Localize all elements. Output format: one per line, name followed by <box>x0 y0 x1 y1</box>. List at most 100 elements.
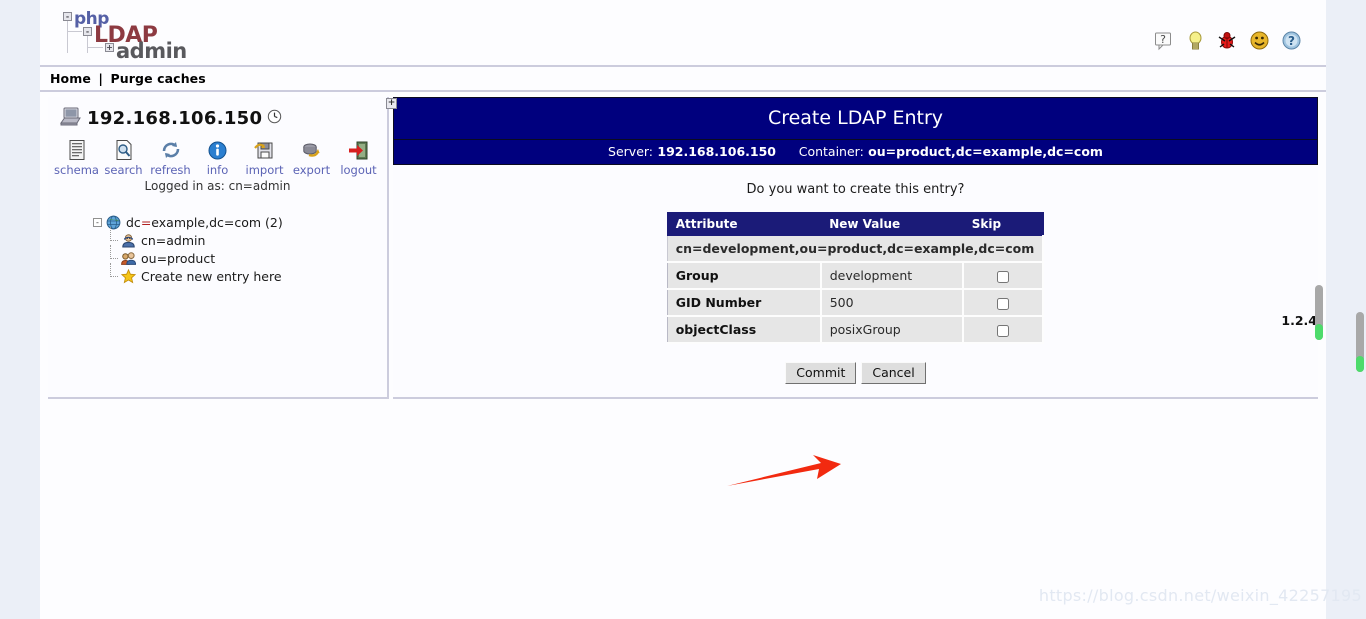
tree-node-create-new-entry-label: Create new entry here <box>141 268 282 284</box>
panel-expand-button[interactable]: + <box>386 98 397 109</box>
tool-info-label: info <box>206 163 229 177</box>
logo-admin: admin <box>116 39 187 63</box>
row-attribute: Group <box>667 262 822 290</box>
export-icon <box>288 138 335 162</box>
user-admin-icon <box>121 233 136 248</box>
attributes-table: Attribute New Value Skip cn=development,… <box>666 212 1045 344</box>
server-tools: schema search refresh info import export… <box>48 138 387 177</box>
row-attribute: GID Number <box>667 289 822 317</box>
server-name: 192.168.106.150 <box>87 107 263 129</box>
context-bar: Server: 192.168.106.150 Container: ou=pr… <box>393 140 1318 165</box>
phpldapadmin-logo: - - + php LDAP admin <box>54 9 234 63</box>
help-bubble-icon[interactable]: ? <box>1153 30 1174 51</box>
svg-text:?: ? <box>1288 34 1295 48</box>
tool-export[interactable]: export <box>288 138 335 177</box>
table-row: objectClass posixGroup <box>667 316 1045 344</box>
container-label: Container: <box>798 144 864 159</box>
server-value: 192.168.106.150 <box>657 144 776 159</box>
tool-search-label: search <box>104 163 143 177</box>
tree-panel: + 192.168.106.150 schema search refresh … <box>48 97 397 399</box>
dn-value: cn=development,ou=product,dc=example,dc=… <box>666 235 1045 263</box>
refresh-icon <box>147 138 194 162</box>
breadcrumb-home[interactable]: Home <box>50 71 91 86</box>
skip-checkbox[interactable] <box>997 297 1010 310</box>
watermark: https://blog.csdn.net/weixin_42257195 <box>1038 586 1362 605</box>
col-attribute: Attribute <box>666 212 822 236</box>
table-row-dn: cn=development,ou=product,dc=example,dc=… <box>666 235 1045 263</box>
page-scrollbar-thumb[interactable] <box>1356 312 1364 372</box>
breadcrumb: Home | Purge caches <box>40 67 1326 92</box>
page-canvas: - - + php LDAP admin ? ? Home | Purge ca… <box>40 0 1326 619</box>
skip-checkbox[interactable] <box>997 270 1010 283</box>
logged-in-as: Logged in as: cn=admin <box>144 179 291 193</box>
container-value: ou=product,dc=example,dc=com <box>868 144 1103 159</box>
table-row: Group development <box>667 262 1045 290</box>
tool-search[interactable]: search <box>100 138 147 177</box>
scroll-green-tip <box>1315 324 1323 340</box>
breadcrumb-separator: | <box>98 71 104 86</box>
svg-text:?: ? <box>1160 33 1166 46</box>
tree-node-root[interactable]: - dc=example,dc=com (2) <box>93 213 387 231</box>
import-icon <box>241 138 288 162</box>
tree-toggle-icon[interactable]: - <box>93 217 102 227</box>
bug-icon[interactable] <box>1217 30 1238 51</box>
table-header-row: Attribute New Value Skip <box>666 212 1044 236</box>
tool-logout-label: logout <box>340 163 377 177</box>
smiley-icon[interactable] <box>1249 30 1270 51</box>
tree-node-ou-product-label: ou=product <box>141 250 216 266</box>
group-icon <box>121 251 137 266</box>
tree-node-cn-admin[interactable]: cn=admin <box>107 227 387 249</box>
confirm-question: Do you want to create this entry? <box>746 182 965 197</box>
tool-info[interactable]: info <box>194 138 241 177</box>
row-skip-cell <box>963 262 1045 290</box>
tool-import[interactable]: import <box>241 138 288 177</box>
globe-icon <box>106 215 121 230</box>
star-icon <box>120 268 137 284</box>
tree-node-create-new-entry[interactable]: Create new entry here <box>107 263 387 285</box>
tree-children: cn=admin ou=product Create new entry her… <box>107 227 387 285</box>
row-skip-cell <box>963 289 1045 317</box>
lightbulb-icon[interactable] <box>1185 30 1206 51</box>
action-buttons: Commit Cancel <box>393 362 1318 384</box>
tree-node-ou-product[interactable]: ou=product <box>107 245 387 267</box>
body-split: + 192.168.106.150 schema search refresh … <box>40 92 1326 486</box>
commit-button[interactable]: Commit <box>785 362 857 384</box>
search-icon <box>100 138 147 162</box>
attributes-table-wrap: Attribute New Value Skip cn=development,… <box>393 212 1318 344</box>
tool-schema-label: schema <box>54 163 99 177</box>
row-value: 500 <box>820 289 965 317</box>
row-attribute: objectClass <box>667 316 822 344</box>
col-skip: Skip <box>962 212 1044 236</box>
version-label: 1.2.4 <box>1281 313 1317 328</box>
tool-refresh[interactable]: refresh <box>147 138 194 177</box>
row-value: posixGroup <box>820 316 965 344</box>
server-label: Server: <box>608 144 654 159</box>
content-panel: Create LDAP Entry Server: 192.168.106.15… <box>393 97 1318 399</box>
tree-node-cn-admin-label: cn=admin <box>141 232 206 248</box>
page-title: Create LDAP Entry <box>393 97 1318 140</box>
tree-node-root-label: dc=example,dc=com (2) <box>126 214 283 230</box>
breadcrumb-purge-caches[interactable]: Purge caches <box>111 71 206 86</box>
skip-checkbox[interactable] <box>997 324 1010 337</box>
tool-schema[interactable]: schema <box>53 138 100 177</box>
server-row: 192.168.106.150 <box>48 97 387 130</box>
info-icon <box>194 138 241 162</box>
tool-import-label: import <box>245 163 284 177</box>
tool-refresh-label: refresh <box>150 163 191 177</box>
logout-icon <box>335 138 382 162</box>
schema-icon <box>53 138 100 162</box>
ldap-tree: - dc=example,dc=com (2) cn=admin ou=prod… <box>93 213 387 285</box>
header-icon-group: ? ? <box>1153 30 1302 51</box>
tool-export-label: export <box>292 163 331 177</box>
question-help-icon[interactable]: ? <box>1281 30 1302 51</box>
cancel-button[interactable]: Cancel <box>861 362 926 384</box>
screen: - - + php LDAP admin ? ? Home | Purge ca… <box>0 0 1366 619</box>
scroll-green-tip <box>1356 356 1364 372</box>
col-new-value: New Value <box>820 212 964 236</box>
row-value: development <box>820 262 965 290</box>
table-row: GID Number 500 <box>667 289 1045 317</box>
inner-scrollbar-thumb[interactable] <box>1315 285 1323 340</box>
tool-logout[interactable]: logout <box>335 138 382 177</box>
app-header: - - + php LDAP admin ? ? <box>40 0 1326 67</box>
logo-box-1: - <box>63 12 72 21</box>
